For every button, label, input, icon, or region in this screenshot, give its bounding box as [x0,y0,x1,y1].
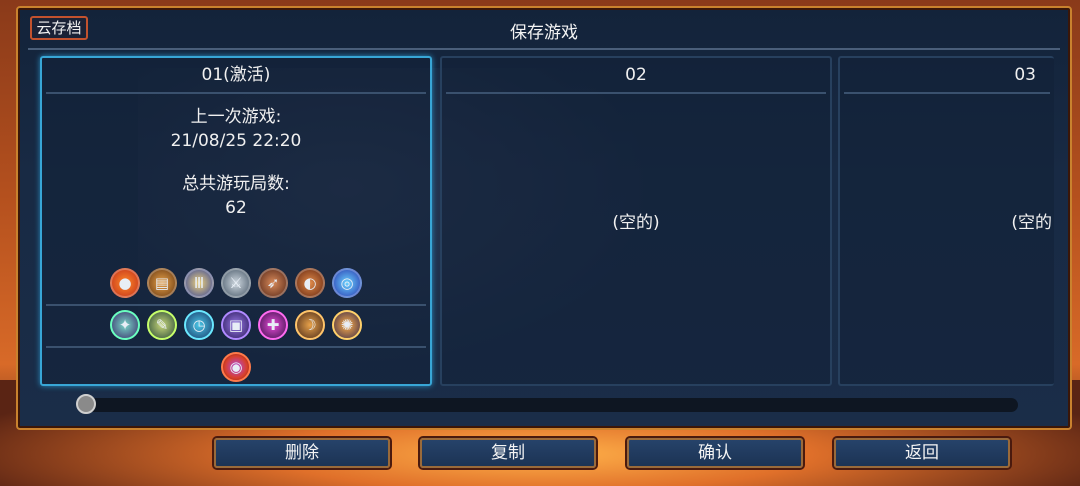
total-runs-label: 总共游玩局数: [182,174,290,194]
teal-rune-icon: ◷ [184,310,214,340]
panel-title: 保存游戏 [510,23,578,43]
delete-button[interactable]: 删除 [214,438,390,468]
last-played-label: 上一次游戏: [190,107,282,127]
shield-dice-icon: ◐ [295,268,325,298]
purple-box-rune-icon: ▣ [221,310,251,340]
icon-row-divider [46,304,426,306]
slot-3-title: 03 [844,58,1050,94]
save-game-panel: 云存档 保存游戏 01(激活) 上一次游戏: 21/08/25 22:20 总共… [16,6,1072,430]
save-slot-2[interactable]: 02 (空的) [440,56,832,386]
slot-scrollbar[interactable] [76,394,1018,414]
item-icons-row-1: ● ▤ Ⅲ ⚔ ➶ ◐ ◎ [46,268,426,298]
potion-bag-icon: ● [110,268,140,298]
item-icons-row-3: ◉ [46,352,426,382]
title-divider [28,48,1060,50]
icon-row-divider [46,346,426,348]
slot-2-title: 02 [446,58,826,94]
green-rune-icon: ✦ [110,310,140,340]
save-slot-1[interactable]: 01(激活) 上一次游戏: 21/08/25 22:20 总共游玩局数: 62 … [40,56,432,386]
confirm-button[interactable]: 确认 [627,438,803,468]
scroll-icon: Ⅲ [184,268,214,298]
blue-orb-icon: ◎ [332,268,362,298]
last-played-value: 21/08/25 22:20 [170,131,302,151]
spider-rune-icon: ✺ [332,310,362,340]
dagger-dice-icon: ⚔ [221,268,251,298]
scrollbar-knob[interactable] [76,394,96,414]
treasure-chest-icon: ▤ [147,268,177,298]
save-slot-3[interactable]: 03 (空的 [838,56,1054,386]
eye-orb-icon: ◉ [221,352,251,382]
slot-2-empty-label: (空的) [612,213,660,233]
item-icons-row-2: ✦ ✎ ◷ ▣ ✚ ☽ ✺ [46,310,426,340]
bow-dice-icon: ➶ [258,268,288,298]
slot-3-empty-label: (空的 [1011,213,1052,233]
back-button[interactable]: 返回 [834,438,1010,468]
purple-flame-icon: ✚ [258,310,288,340]
total-runs-value: 62 [225,198,247,218]
wrench-rune-icon: ✎ [147,310,177,340]
horn-icon: ☽ [295,310,325,340]
copy-button[interactable]: 复制 [420,438,596,468]
slot-1-title: 01(激活) [46,58,426,94]
